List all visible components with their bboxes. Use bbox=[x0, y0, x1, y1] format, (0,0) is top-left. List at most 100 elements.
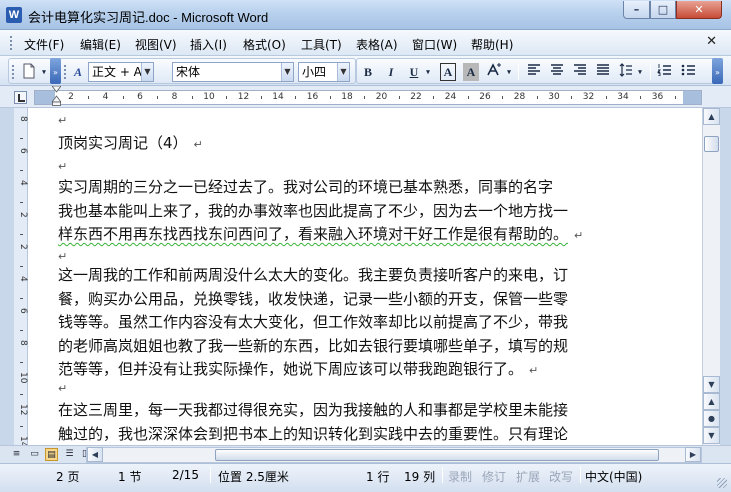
select-browse-object-icon[interactable]: ● bbox=[703, 410, 720, 427]
underline-button[interactable]: U bbox=[406, 63, 422, 81]
menu-insert[interactable]: 插入(I) bbox=[190, 36, 227, 53]
normal-view-icon[interactable]: ≡ bbox=[10, 448, 23, 461]
character-scaling-icon[interactable] bbox=[485, 63, 503, 81]
paragraph-1[interactable]: 实习周期的三分之一已经过去了。我对公司的环境已基本熟悉，同事的名字 我也基本能叫… bbox=[58, 176, 678, 248]
justify-icon[interactable] bbox=[595, 63, 611, 81]
status-line[interactable]: 1 行 bbox=[366, 468, 389, 485]
word-app-icon[interactable]: W bbox=[6, 7, 22, 23]
formatting-toolbar: ▾ » A 正文 + Aria ▼ 宋体 ▼ 小四 ▼ B I U ▾ A A … bbox=[0, 56, 731, 86]
left-margin-strip bbox=[0, 86, 14, 445]
ruler-tick bbox=[398, 96, 400, 99]
font-combo[interactable]: 宋体 ▼ bbox=[172, 62, 294, 82]
toolbar-options-chevron-icon-2[interactable]: » bbox=[712, 58, 723, 84]
vertical-ruler-label: 8 bbox=[18, 340, 28, 346]
indent-marker-icon[interactable] bbox=[52, 86, 61, 106]
ruler-tick-label: 8 bbox=[171, 92, 178, 102]
font-size-combo[interactable]: 小四 ▼ bbox=[298, 62, 350, 82]
menu-window[interactable]: 窗口(W) bbox=[412, 36, 457, 53]
outline-view-icon[interactable]: ☰ bbox=[63, 448, 76, 461]
vertical-scroll-thumb[interactable] bbox=[704, 136, 719, 152]
toolbar-options-chevron-icon[interactable]: » bbox=[50, 58, 61, 84]
close-document-button[interactable]: ✕ bbox=[706, 34, 717, 49]
maximize-button[interactable]: □ bbox=[650, 1, 676, 19]
styles-and-formatting-icon[interactable]: A bbox=[69, 63, 87, 81]
scroll-up-icon[interactable]: ▲ bbox=[703, 108, 720, 125]
menu-view[interactable]: 视图(V) bbox=[135, 36, 177, 53]
previous-page-icon[interactable]: ▲ bbox=[703, 393, 720, 410]
numbering-icon[interactable] bbox=[656, 63, 672, 81]
menu-edit[interactable]: 编辑(E) bbox=[80, 36, 121, 53]
vertical-ruler-tick bbox=[20, 234, 23, 235]
vertical-ruler-label: 8 bbox=[18, 116, 28, 122]
bullets-icon[interactable] bbox=[680, 63, 696, 81]
status-record-macro[interactable]: 录制 bbox=[448, 468, 472, 485]
vertical-ruler[interactable]: 8 6 4 2 2 4 6 8 10 12 14 bbox=[14, 108, 28, 459]
status-page[interactable]: 2 页 bbox=[56, 468, 79, 485]
scaling-dropdown-icon[interactable]: ▾ bbox=[505, 63, 513, 81]
paragraph-3[interactable]: 在这三周里，每一天我都过得很充实，因为我接触的人和事都是学校里未能接 触过的，我… bbox=[58, 399, 678, 445]
paragraph-mark: ↵ bbox=[58, 160, 68, 173]
next-page-icon[interactable]: ▼ bbox=[703, 427, 720, 444]
print-layout-view-icon[interactable]: ▤ bbox=[45, 448, 58, 461]
line-spacing-icon[interactable] bbox=[618, 63, 634, 81]
status-column[interactable]: 19 列 bbox=[404, 468, 435, 485]
align-right-icon[interactable] bbox=[572, 63, 588, 81]
chevron-down-icon[interactable]: ▼ bbox=[281, 63, 293, 81]
vertical-ruler-label: 2 bbox=[18, 244, 28, 250]
view-and-scroll-bar: ≡ ▭ ▤ ☰ ▯ ◀ ▶ bbox=[0, 445, 731, 463]
document-page[interactable]: ↵ 顶岗实习周记（4） ↵ ↵ 实习周期的三分之一已经过去了。我对公司的环境已基本… bbox=[28, 108, 702, 445]
heading-text: 顶岗实习周记（4） bbox=[58, 134, 188, 152]
new-document-icon[interactable] bbox=[20, 63, 38, 81]
menu-grip-handle[interactable] bbox=[10, 36, 13, 50]
horizontal-scrollbar[interactable]: ◀ ▶ bbox=[86, 447, 702, 463]
web-layout-view-icon[interactable]: ▭ bbox=[28, 448, 41, 461]
status-track-changes[interactable]: 修订 bbox=[482, 468, 506, 485]
ruler-tick bbox=[88, 96, 90, 99]
menu-table[interactable]: 表格(A) bbox=[356, 36, 398, 53]
new-document-dropdown-icon[interactable]: ▾ bbox=[40, 63, 48, 81]
status-position[interactable]: 位置 2.5厘米 bbox=[218, 468, 289, 485]
chevron-down-icon[interactable]: ▼ bbox=[337, 63, 349, 81]
document-area[interactable]: ↵ 顶岗实习周记（4） ↵ ↵ 实习周期的三分之一已经过去了。我对公司的环境已基本… bbox=[28, 108, 702, 445]
status-language[interactable]: 中文(中国) bbox=[585, 468, 642, 485]
scroll-left-icon[interactable]: ◀ bbox=[87, 447, 103, 462]
menu-tools[interactable]: 工具(T) bbox=[301, 36, 342, 53]
character-shading-button[interactable]: A bbox=[463, 63, 479, 81]
tab-stop-selector-icon[interactable] bbox=[14, 91, 27, 104]
resize-grip-icon[interactable] bbox=[717, 478, 727, 488]
line-spacing-dropdown-icon[interactable]: ▾ bbox=[636, 63, 644, 81]
status-extend-selection[interactable]: 扩展 bbox=[516, 468, 540, 485]
scroll-down-icon[interactable]: ▼ bbox=[703, 376, 720, 393]
align-center-icon[interactable] bbox=[549, 63, 565, 81]
ruler-tick bbox=[433, 96, 435, 99]
toolbar-grip-handle-2[interactable] bbox=[64, 65, 67, 79]
menu-format[interactable]: 格式(O) bbox=[243, 36, 286, 53]
style-combo[interactable]: 正文 + Aria ▼ bbox=[88, 62, 154, 82]
menu-help[interactable]: 帮助(H) bbox=[471, 36, 513, 53]
vertical-ruler-tick bbox=[20, 266, 23, 267]
vertical-scrollbar[interactable]: ▲ ▼ ▲ ● ▼ bbox=[702, 108, 720, 445]
toolbar-grip-handle[interactable] bbox=[12, 65, 15, 79]
vertical-ruler-label: 2 bbox=[18, 212, 28, 218]
ruler-tick bbox=[502, 96, 504, 99]
bold-button[interactable]: B bbox=[360, 63, 376, 81]
paragraph-mark: ↵ bbox=[58, 114, 68, 127]
menu-file[interactable]: 文件(F) bbox=[24, 36, 64, 53]
minimize-button[interactable]: – bbox=[623, 1, 650, 19]
underline-dropdown-icon[interactable]: ▾ bbox=[424, 63, 432, 81]
paragraph-mark: ↵ bbox=[58, 250, 68, 263]
ruler-tick bbox=[157, 96, 159, 99]
character-border-button[interactable]: A bbox=[440, 63, 456, 81]
status-section[interactable]: 1 节 bbox=[118, 468, 141, 485]
close-button[interactable]: ✕ bbox=[676, 1, 722, 19]
paragraph-2[interactable]: 这一周我的工作和前两周没什么太大的变化。我主要负责接听客户的来电，订 餐，购买办… bbox=[58, 264, 678, 383]
document-heading[interactable]: 顶岗实习周记（4） ↵ bbox=[58, 132, 678, 157]
align-left-icon[interactable] bbox=[526, 63, 542, 81]
chevron-down-icon[interactable]: ▼ bbox=[141, 63, 153, 81]
status-overtype[interactable]: 改写 bbox=[549, 468, 573, 485]
status-page-of[interactable]: 2/15 bbox=[172, 468, 199, 482]
scroll-right-icon[interactable]: ▶ bbox=[685, 447, 701, 462]
horizontal-ruler[interactable]: 2 4 6 8 10 12 14 16 18 20 22 24 26 28 30 32 34 36 bbox=[34, 90, 702, 105]
horizontal-scroll-thumb[interactable] bbox=[215, 449, 659, 461]
italic-button[interactable]: I bbox=[383, 63, 399, 81]
